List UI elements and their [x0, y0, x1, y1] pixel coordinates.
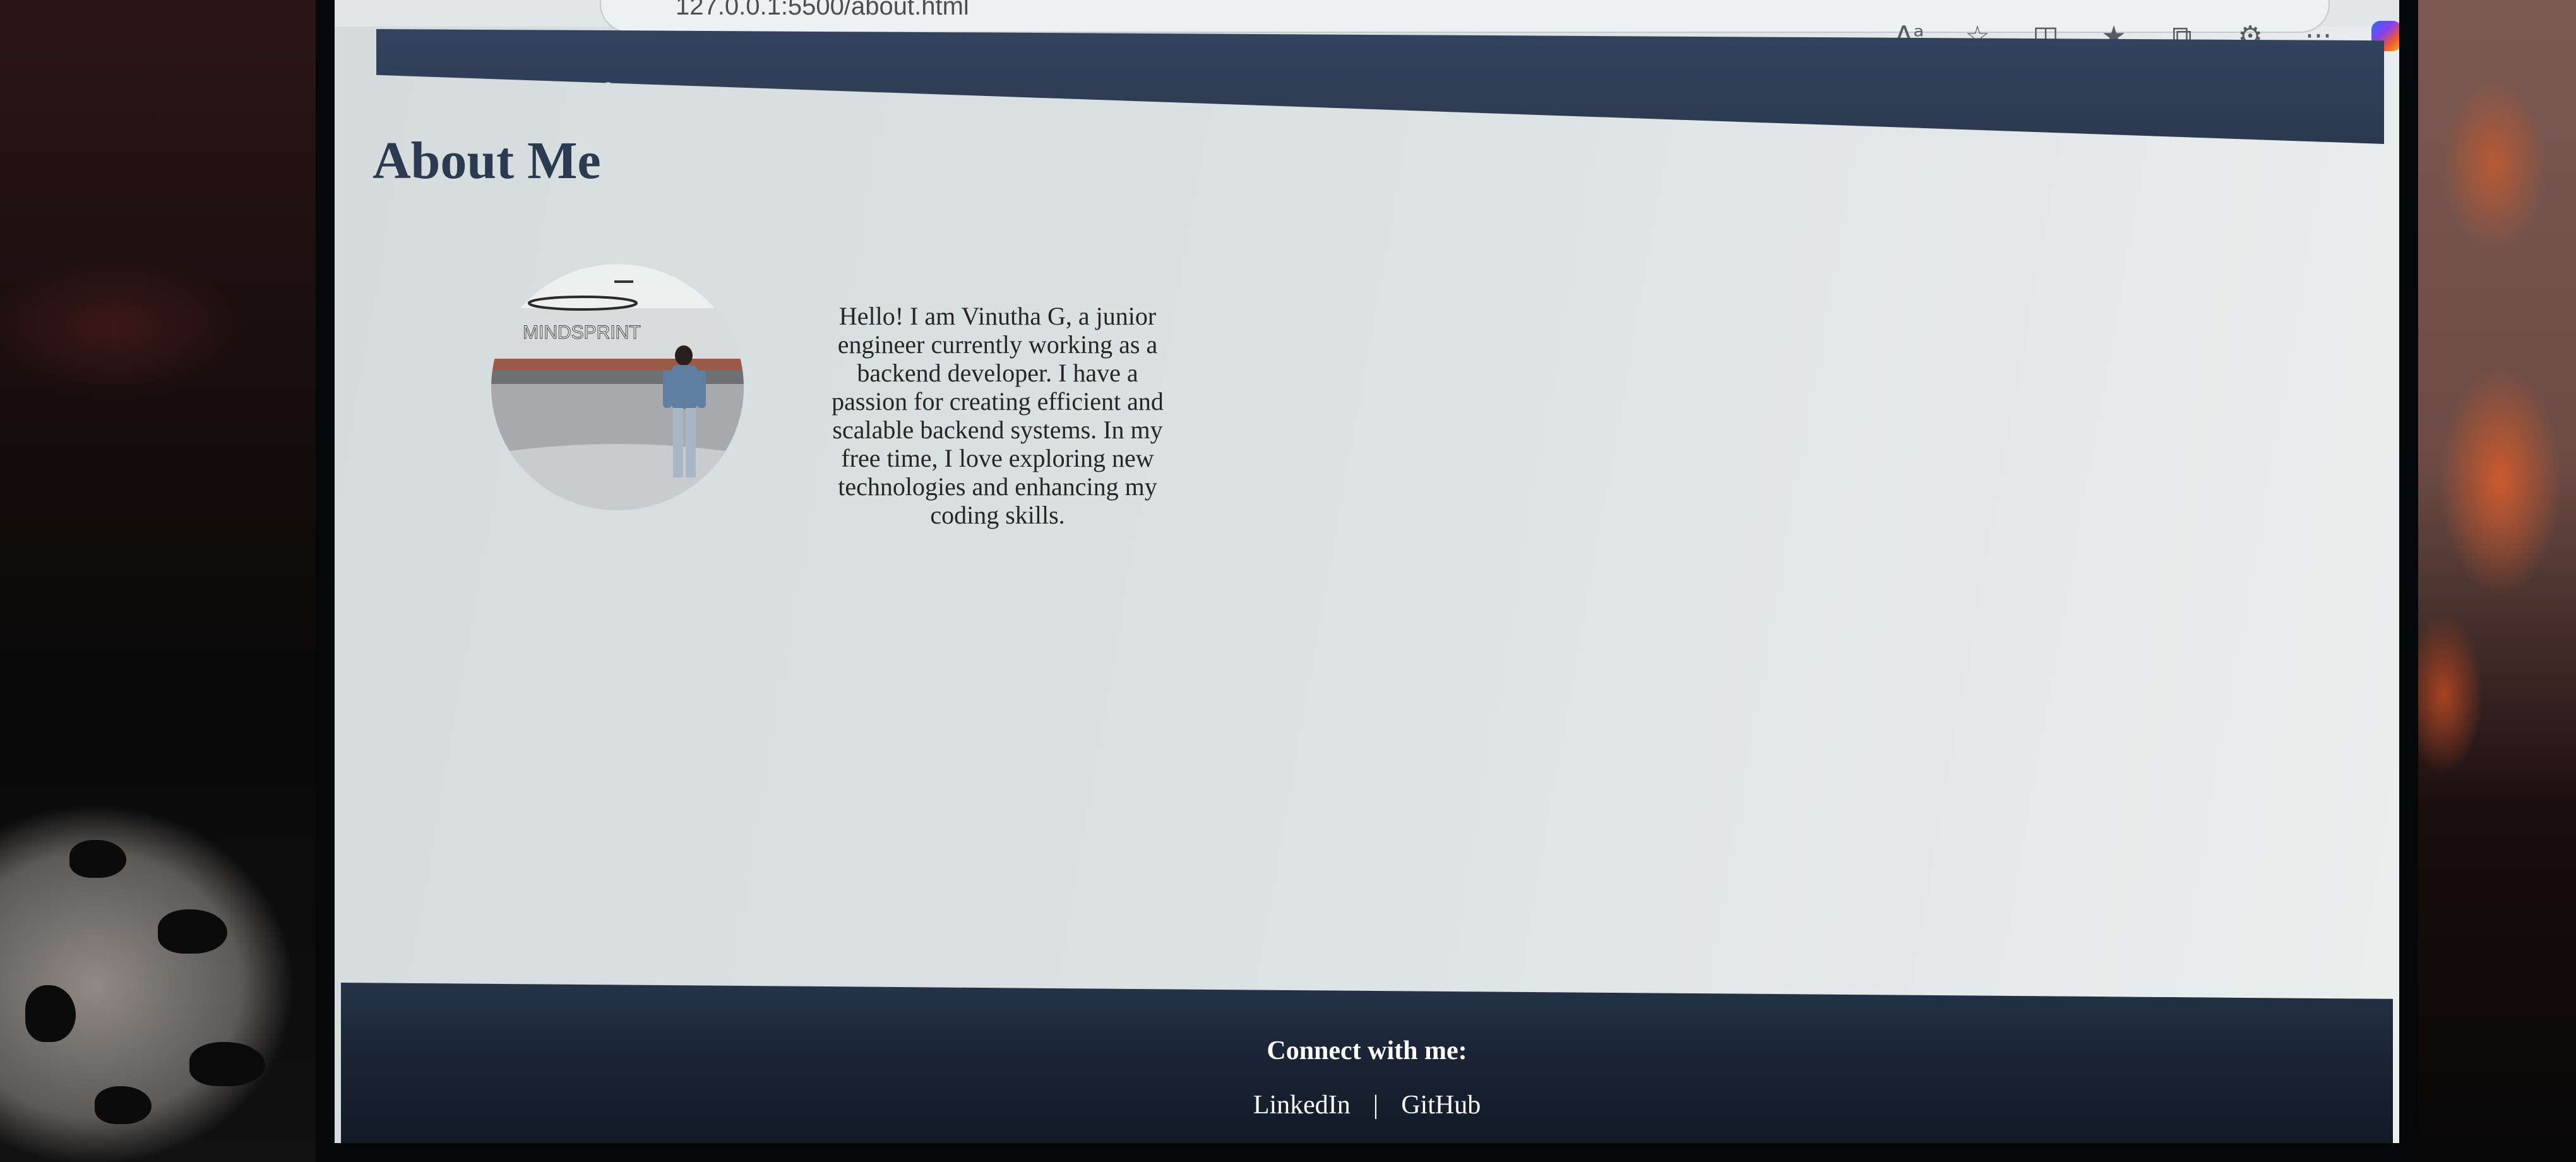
bio-line: coding skills.	[930, 501, 1065, 529]
bio-line: technologies and enhancing my	[838, 472, 1157, 501]
bio-line: free time, I love exploring new	[841, 444, 1154, 472]
address-url[interactable]: 127.0.0.1:5500/about.html	[676, 0, 969, 21]
bio-line: backend developer. I have a	[857, 359, 1138, 387]
nav-links: Home About Projects Contact	[458, 72, 1008, 119]
bio-line: engineer currently working as a	[837, 330, 1158, 359]
footer: Connect with me: LinkedIn | GitHub	[341, 983, 2393, 1143]
nav-link-home[interactable]: Home	[458, 72, 529, 119]
footer-heading: Connect with me:	[1267, 1036, 1467, 1065]
photo-background-left	[0, 0, 328, 1162]
nav-bar: Home About Projects Contact	[376, 29, 2384, 144]
bio-text: Hello! I am Vinutha G, a junior engineer…	[808, 302, 1187, 529]
footer-separator: |	[1373, 1091, 1379, 1120]
browser-window: 127.0.0.1:5500/about.html Aᵃ ☆ ◫ ★ ⧉ ⚙ ·…	[335, 0, 2399, 1143]
bio-line: Hello! I am Vinutha G, a junior	[838, 302, 1157, 330]
bio-line: passion for creating efficient and	[832, 387, 1164, 416]
nav-link-about[interactable]: About	[585, 76, 657, 119]
profile-photo: MINDSPRINT	[491, 264, 744, 510]
nav-link-projects[interactable]: Projects	[713, 81, 806, 119]
nav-link-contact[interactable]: Contact	[862, 86, 953, 119]
bio-line: scalable backend systems. In my	[832, 416, 1163, 444]
github-link[interactable]: GitHub	[1401, 1090, 1481, 1120]
photo-background-right	[2418, 0, 2576, 1162]
linkedin-link[interactable]: LinkedIn	[1253, 1090, 1351, 1120]
page-title: About Me	[373, 131, 601, 190]
footer-links: LinkedIn | GitHub	[341, 1090, 2393, 1120]
photo-sign-text: MINDSPRINT	[523, 322, 641, 343]
